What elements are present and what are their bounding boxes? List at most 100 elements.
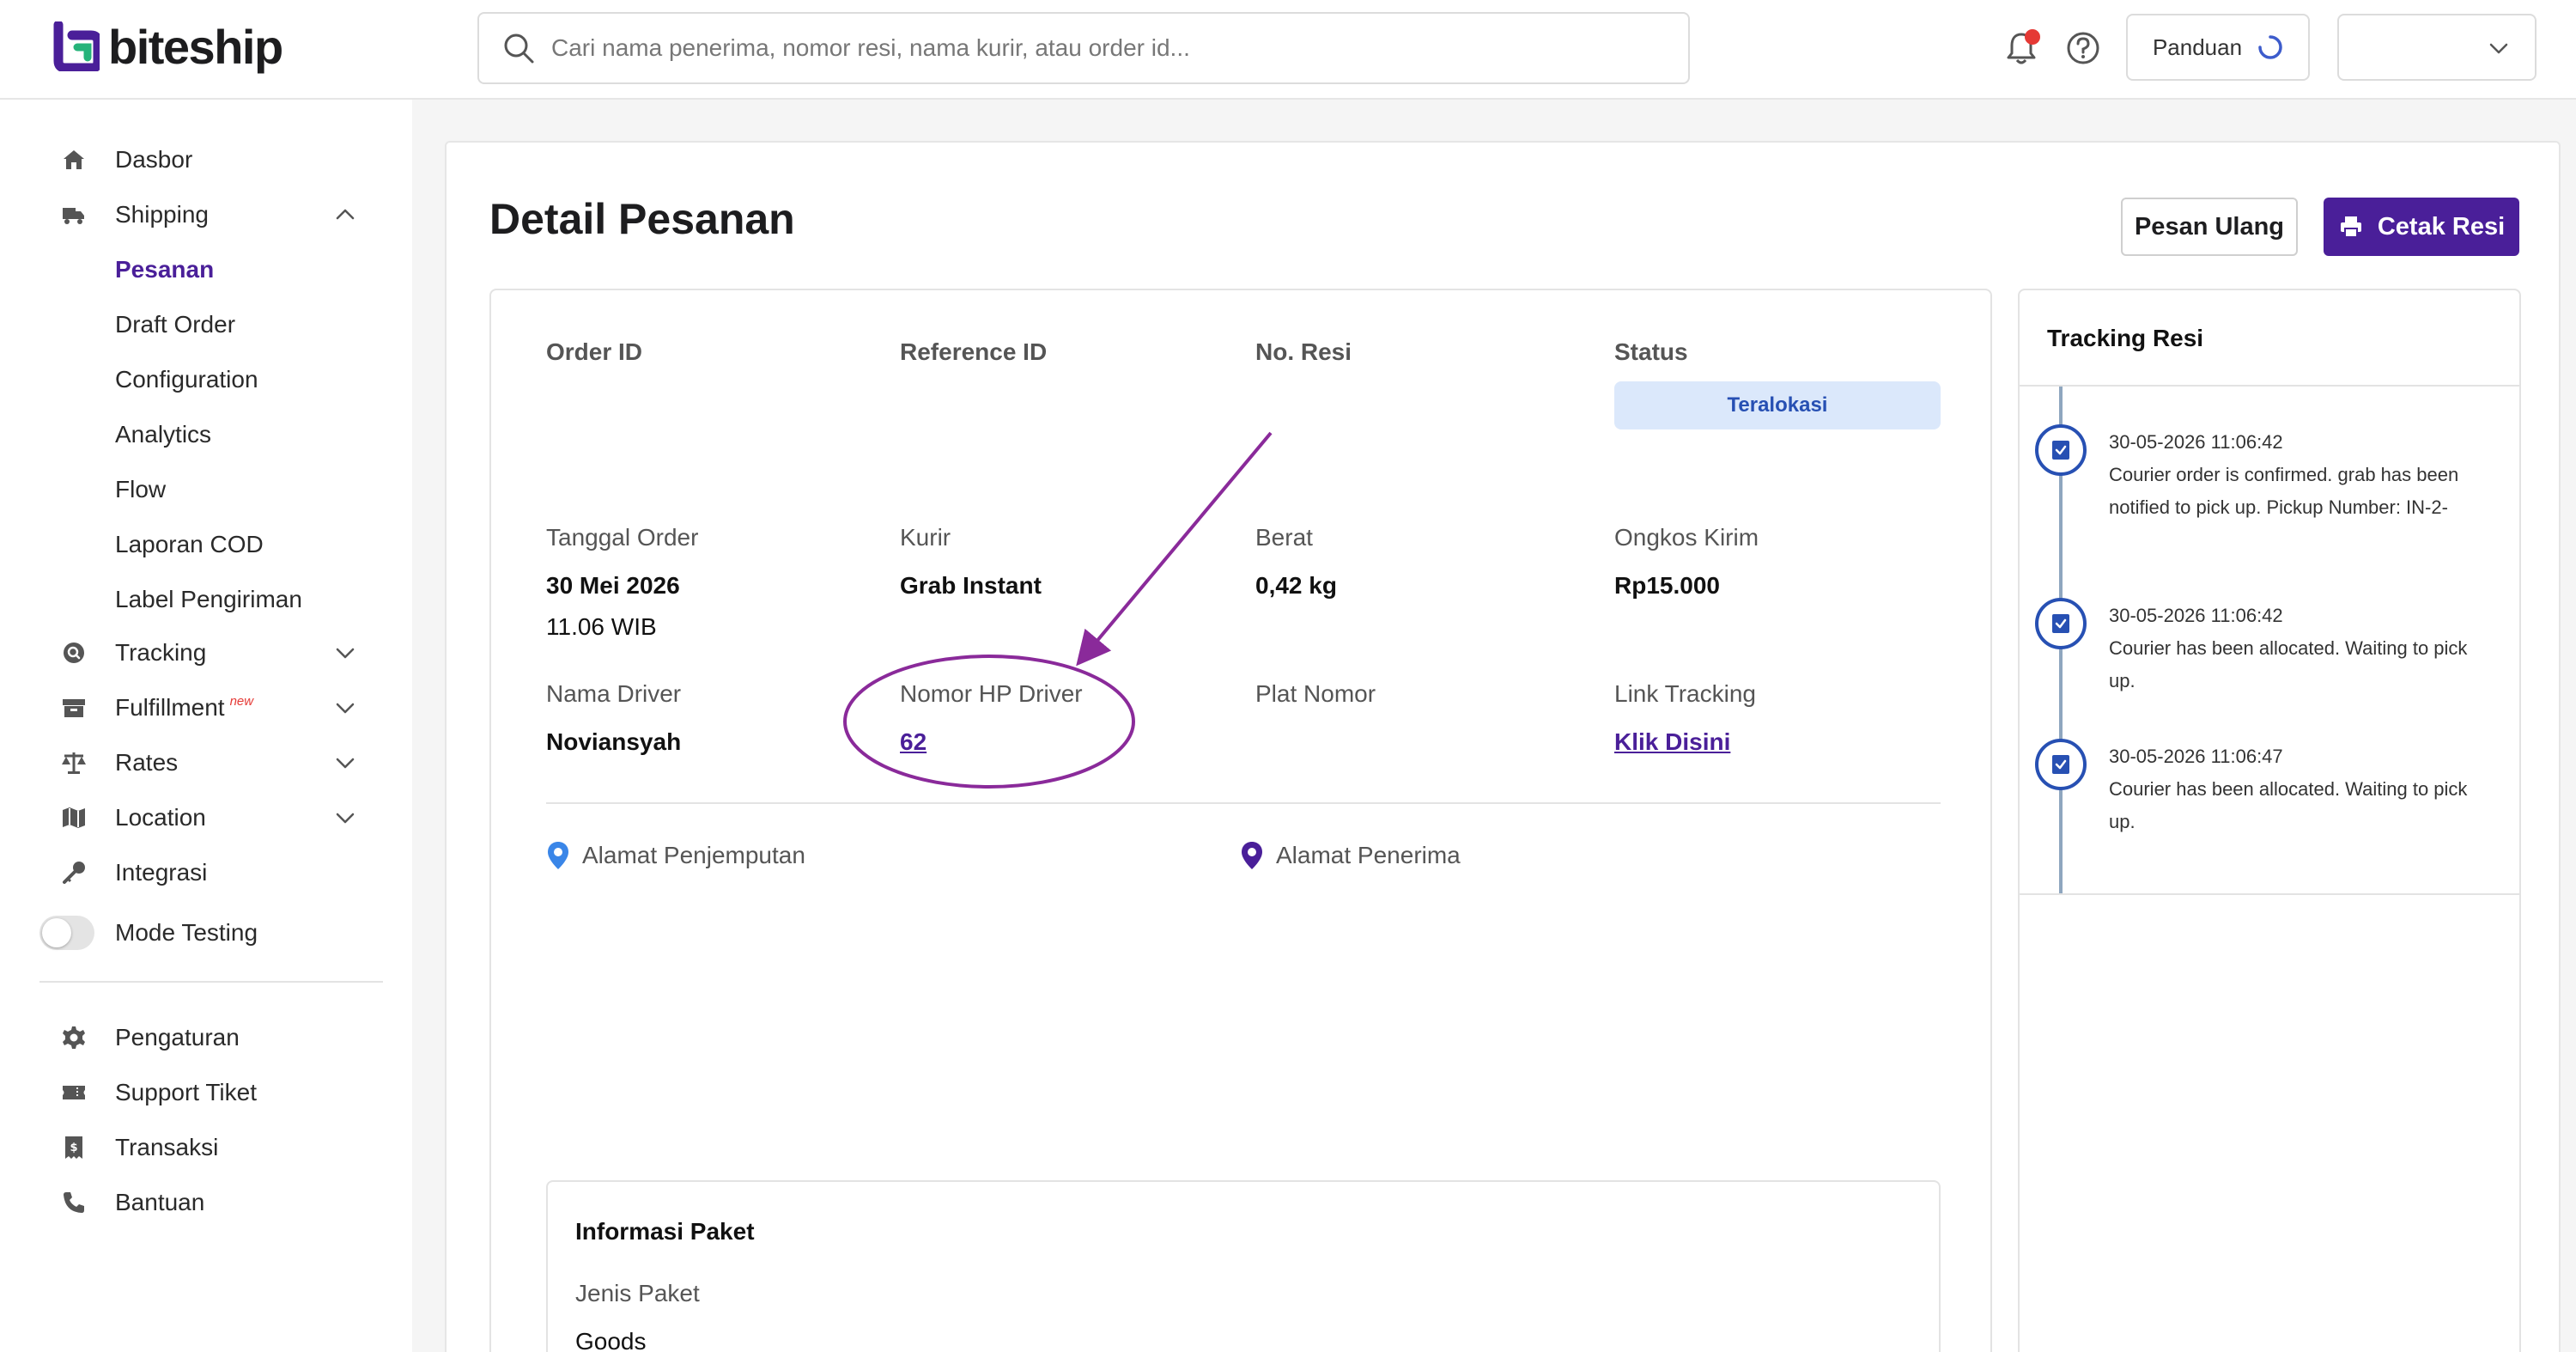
shipping-cost-value: Rp15.000 bbox=[1614, 572, 1720, 599]
home-icon bbox=[64, 150, 84, 169]
top-bar: biteship Panduan bbox=[0, 0, 2576, 100]
tracking-link-label: Link Tracking bbox=[1614, 680, 1756, 707]
check-document-icon bbox=[2052, 441, 2069, 460]
resi-number-label: No. Resi bbox=[1255, 338, 1352, 365]
chevron-up-icon bbox=[336, 209, 355, 220]
pickup-pin-icon bbox=[548, 842, 568, 869]
check-document-icon bbox=[2052, 614, 2069, 633]
notification-dot bbox=[2025, 29, 2040, 45]
sidebar-item-rates[interactable]: Rates bbox=[0, 739, 412, 787]
driver-name-label: Nama Driver bbox=[546, 680, 682, 707]
sidebar-item-transaksi[interactable]: $ Transaksi bbox=[0, 1124, 412, 1172]
reorder-button[interactable]: Pesan Ulang bbox=[2121, 198, 2298, 256]
check-document-icon bbox=[2052, 755, 2069, 774]
biteship-logo-icon bbox=[53, 20, 103, 73]
chevron-down-icon bbox=[2489, 43, 2508, 54]
sidebar: Dasbor Shipping Pesanan Draft Order Conf… bbox=[0, 100, 412, 1352]
courier-label: Kurir bbox=[900, 524, 951, 551]
brand-name: biteship bbox=[108, 19, 283, 74]
order-date-value: 30 Mei 2026 bbox=[546, 572, 680, 599]
fulfillment-label: Fulfillment bbox=[115, 694, 225, 721]
sidebar-item-dasbor[interactable]: Dasbor bbox=[0, 136, 412, 184]
search-bar[interactable] bbox=[477, 12, 1690, 84]
sidebar-item-location[interactable]: Location bbox=[0, 794, 412, 842]
package-info-card: Informasi Paket Jenis Paket Goods bbox=[546, 1180, 1941, 1352]
scale-icon bbox=[62, 752, 86, 774]
sidebar-sub-analytics[interactable]: Analytics bbox=[115, 421, 211, 448]
order-time-value: 11.06 WIB bbox=[546, 613, 657, 640]
tracking-event-time: 30-05-2026 11:06:42 bbox=[2109, 431, 2283, 453]
mode-testing-toggle[interactable] bbox=[39, 916, 94, 950]
order-detail-card: Order ID Reference ID No. Resi Status Te… bbox=[489, 289, 1992, 1352]
receipt-icon: $ bbox=[65, 1136, 82, 1159]
ticket-icon bbox=[63, 1086, 85, 1099]
tracking-icon bbox=[64, 643, 84, 663]
reference-id-label: Reference ID bbox=[900, 338, 1048, 365]
sidebar-sub-label-pengiriman[interactable]: Label Pengiriman bbox=[115, 586, 302, 613]
tracking-event-desc: Courier has been allocated. Waiting to p… bbox=[2109, 778, 2468, 832]
package-info-title: Informasi Paket bbox=[575, 1218, 755, 1245]
sidebar-item-shipping[interactable]: Shipping bbox=[0, 191, 412, 239]
key-icon bbox=[63, 862, 85, 884]
print-resi-label: Cetak Resi bbox=[2377, 212, 2506, 241]
sidebar-item-bantuan[interactable]: Bantuan bbox=[0, 1178, 412, 1227]
tracking-divider-bottom bbox=[2020, 893, 2519, 895]
brand-logo[interactable]: biteship bbox=[53, 19, 283, 74]
sidebar-item-fulfillment[interactable]: Fulfillment new bbox=[0, 684, 412, 732]
tracking-node-icon bbox=[2035, 424, 2087, 476]
driver-name-value: Noviansyah bbox=[546, 728, 682, 755]
tracking-card: Tracking Resi 30-05-2026 11:06:42 Courie… bbox=[2018, 289, 2521, 1352]
loading-spinner-icon bbox=[2258, 35, 2282, 59]
card-divider bbox=[546, 802, 1941, 804]
sidebar-item-integrasi[interactable]: Integrasi bbox=[0, 849, 412, 897]
search-icon bbox=[504, 33, 534, 64]
status-label: Status bbox=[1614, 338, 1688, 365]
mode-testing-label: Mode Testing bbox=[115, 919, 258, 946]
weight-value: 0,42 kg bbox=[1255, 572, 1337, 599]
receiver-pin-icon bbox=[1242, 842, 1262, 869]
sidebar-sub-pesanan[interactable]: Pesanan bbox=[115, 256, 214, 283]
tracking-title: Tracking Resi bbox=[2047, 325, 2204, 351]
box-icon bbox=[63, 699, 85, 717]
driver-phone-link[interactable]: 62 bbox=[900, 728, 927, 756]
sidebar-sub-flow[interactable]: Flow bbox=[115, 476, 166, 503]
chevron-down-icon bbox=[336, 648, 355, 659]
chevron-down-icon bbox=[336, 813, 355, 824]
new-badge: new bbox=[229, 694, 254, 709]
pickup-address: Alamat Penjemputan bbox=[546, 840, 805, 871]
svg-text:$: $ bbox=[70, 1142, 77, 1154]
tracking-event-time: 30-05-2026 11:06:47 bbox=[2109, 746, 2283, 767]
sidebar-sub-draft-order[interactable]: Draft Order bbox=[115, 311, 235, 338]
gear-icon bbox=[63, 1026, 85, 1049]
search-input[interactable] bbox=[551, 34, 1668, 62]
receiver-address: Alamat Penerima bbox=[1240, 840, 1461, 871]
tracking-event-time: 30-05-2026 11:06:42 bbox=[2109, 605, 2283, 626]
sidebar-divider bbox=[39, 981, 383, 983]
print-resi-button[interactable]: Cetak Resi bbox=[2324, 198, 2519, 256]
pickup-address-label: Alamat Penjemputan bbox=[582, 842, 805, 868]
chevron-down-icon bbox=[336, 758, 355, 769]
sidebar-sub-configuration[interactable]: Configuration bbox=[115, 366, 258, 393]
printer-icon bbox=[2340, 216, 2361, 238]
tracking-link[interactable]: Klik Disini bbox=[1614, 728, 1730, 756]
sidebar-item-pengaturan[interactable]: Pengaturan bbox=[0, 1014, 412, 1062]
order-date-label: Tanggal Order bbox=[546, 524, 699, 551]
map-icon bbox=[63, 807, 85, 828]
guide-button-label: Panduan bbox=[2152, 33, 2243, 60]
sidebar-sub-laporan-cod[interactable]: Laporan COD bbox=[115, 531, 264, 558]
receiver-address-label: Alamat Penerima bbox=[1276, 842, 1461, 868]
guide-button[interactable]: Panduan bbox=[2126, 14, 2310, 81]
shipping-icon bbox=[63, 208, 84, 224]
shipping-cost-label: Ongkos Kirim bbox=[1614, 524, 1759, 551]
tracking-divider bbox=[2020, 385, 2519, 387]
sidebar-item-support-tiket[interactable]: Support Tiket bbox=[0, 1069, 412, 1117]
main-content: Detail Pesanan Pesan Ulang Cetak Resi Or… bbox=[445, 141, 2561, 1352]
help-icon[interactable] bbox=[2064, 29, 2102, 67]
sidebar-item-tracking[interactable]: Tracking bbox=[0, 629, 412, 677]
account-dropdown[interactable] bbox=[2337, 14, 2537, 81]
phone-icon bbox=[64, 1192, 84, 1213]
plate-number-label: Plat Nomor bbox=[1255, 680, 1376, 707]
tracking-node-icon bbox=[2035, 739, 2087, 790]
status-badge: Teralokasi bbox=[1614, 381, 1941, 429]
courier-value: Grab Instant bbox=[900, 572, 1042, 599]
